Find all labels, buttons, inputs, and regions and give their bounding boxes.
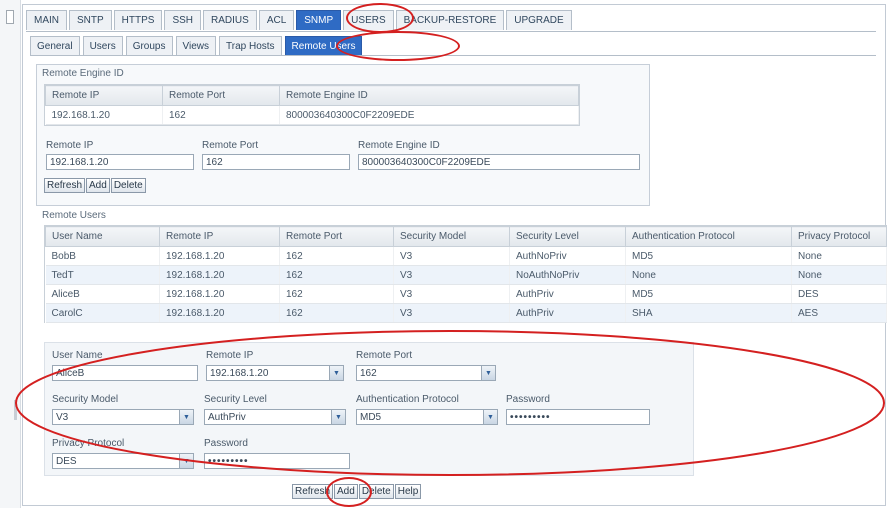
cell: 192.168.1.20 bbox=[159, 284, 280, 304]
cell: BobB bbox=[45, 246, 160, 266]
users-grid-header: User Name Remote IP Remote Port Security… bbox=[45, 226, 887, 247]
cell: 162 bbox=[279, 284, 394, 304]
cell: 162 bbox=[162, 105, 280, 125]
tab-radius[interactable]: RADIUS bbox=[203, 10, 257, 30]
subtab-general[interactable]: General bbox=[30, 36, 80, 55]
cell: NoAuthNoPriv bbox=[509, 265, 626, 285]
engine-port-label: Remote Port bbox=[202, 140, 259, 151]
cell: V3 bbox=[393, 246, 510, 266]
column-header[interactable]: Authentication Protocol bbox=[625, 226, 792, 247]
annotation-ellipse bbox=[15, 330, 885, 476]
cell: MD5 bbox=[625, 246, 792, 266]
tab-ssh[interactable]: SSH bbox=[164, 10, 202, 30]
cell: DES bbox=[791, 284, 887, 304]
panel-toggle-icon[interactable] bbox=[6, 10, 14, 24]
remote-users-title: Remote Users bbox=[42, 210, 106, 221]
tab-acl[interactable]: ACL bbox=[258, 10, 295, 30]
tab-snmp[interactable]: SNMP bbox=[296, 10, 342, 30]
column-header[interactable]: Remote Port bbox=[162, 85, 280, 106]
cell: 162 bbox=[279, 265, 394, 285]
sub-tab-bar: General Users Groups Views Trap Hosts Re… bbox=[30, 36, 365, 56]
column-header[interactable]: Remote IP bbox=[45, 85, 163, 106]
sub-tab-divider bbox=[30, 55, 876, 56]
engine-refresh-button[interactable]: Refresh bbox=[44, 178, 86, 193]
cell: None bbox=[625, 265, 792, 285]
table-row[interactable]: 192.168.1.20 162 800003640300C0F2209EDE bbox=[45, 105, 579, 125]
main-tab-divider bbox=[26, 31, 876, 32]
column-header[interactable]: Security Model bbox=[393, 226, 510, 247]
annotation-circle-snmp bbox=[346, 3, 414, 33]
remote-engine-title: Remote Engine ID bbox=[42, 68, 124, 79]
engine-grid: Remote IP Remote Port Remote Engine ID 1… bbox=[44, 84, 580, 126]
cell: None bbox=[791, 246, 887, 266]
annotation-circle-remote-users bbox=[336, 31, 460, 61]
table-row[interactable]: BobB 192.168.1.20 162 V3 AuthNoPriv MD5 … bbox=[45, 246, 887, 266]
engine-ip-label: Remote IP bbox=[46, 140, 94, 151]
engine-ip-input[interactable]: 192.168.1.20 bbox=[46, 154, 194, 170]
cell: 192.168.1.20 bbox=[159, 246, 280, 266]
engine-delete-button[interactable]: Delete bbox=[110, 178, 146, 193]
cell: MD5 bbox=[625, 284, 792, 304]
users-grid: User Name Remote IP Remote Port Security… bbox=[44, 225, 887, 323]
tab-upgrade[interactable]: UPGRADE bbox=[506, 10, 572, 30]
engine-add-button[interactable]: Add bbox=[86, 178, 110, 193]
tab-main[interactable]: MAIN bbox=[26, 10, 67, 30]
column-header[interactable]: Remote Engine ID bbox=[279, 85, 579, 106]
subtab-trap-hosts[interactable]: Trap Hosts bbox=[219, 36, 282, 55]
engine-id-input[interactable]: 800003640300C0F2209EDE bbox=[358, 154, 640, 170]
main-tab-bar: MAIN SNTP HTTPS SSH RADIUS ACL SNMP USER… bbox=[26, 10, 574, 32]
subtab-groups[interactable]: Groups bbox=[125, 36, 173, 55]
engine-id-label: Remote Engine ID bbox=[358, 140, 440, 151]
engine-grid-header: Remote IP Remote Port Remote Engine ID bbox=[45, 85, 579, 106]
tab-sntp[interactable]: SNTP bbox=[69, 10, 112, 30]
column-header[interactable]: User Name bbox=[45, 226, 160, 247]
column-header[interactable]: Security Level bbox=[509, 226, 626, 247]
column-header[interactable]: Remote IP bbox=[159, 226, 280, 247]
cell: 192.168.1.20 bbox=[159, 265, 280, 285]
cell: 192.168.1.20 bbox=[45, 105, 163, 125]
annotation-ellipse-shape bbox=[15, 330, 885, 476]
tab-https[interactable]: HTTPS bbox=[113, 10, 163, 30]
table-row[interactable]: TedT 192.168.1.20 162 V3 NoAuthNoPriv No… bbox=[45, 265, 887, 285]
cell: V3 bbox=[393, 284, 510, 304]
cell: 162 bbox=[279, 246, 394, 266]
cell: AliceB bbox=[45, 284, 160, 304]
subtab-users[interactable]: Users bbox=[82, 36, 123, 55]
column-header[interactable]: Remote Port bbox=[279, 226, 394, 247]
subtab-views[interactable]: Views bbox=[175, 36, 216, 55]
engine-button-bar: Refresh Add Delete bbox=[44, 178, 147, 193]
engine-port-input[interactable]: 162 bbox=[202, 154, 350, 170]
cell: V3 bbox=[393, 265, 510, 285]
cell: AuthPriv bbox=[509, 284, 626, 304]
cell: 800003640300C0F2209EDE bbox=[279, 105, 579, 125]
table-row[interactable]: AliceB 192.168.1.20 162 V3 AuthPriv MD5 … bbox=[45, 284, 887, 304]
column-header[interactable]: Privacy Protocol bbox=[791, 226, 887, 247]
cell: TedT bbox=[45, 265, 160, 285]
cell: AuthNoPriv bbox=[509, 246, 626, 266]
cell: None bbox=[791, 265, 887, 285]
